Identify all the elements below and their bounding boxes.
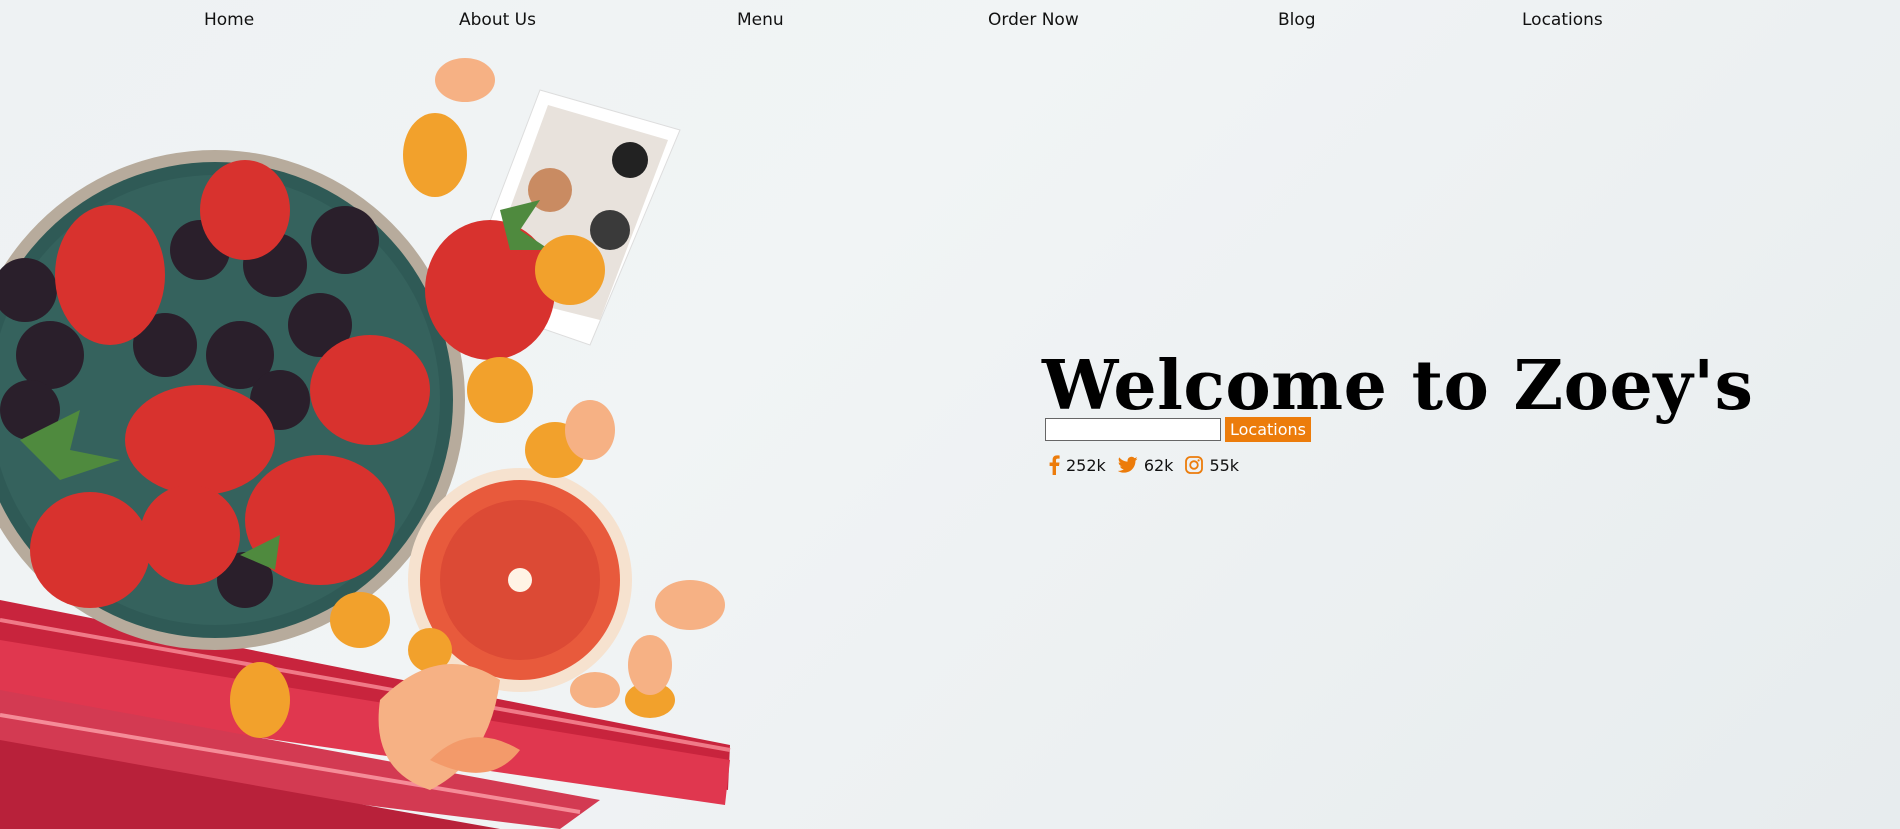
social-stats: 252k 62k 55k <box>1048 455 1251 475</box>
locations-button[interactable]: Locations <box>1225 417 1312 442</box>
twitter-icon <box>1117 456 1138 473</box>
location-search-form: Locations <box>1045 417 1312 442</box>
twitter-count: 62k <box>1143 455 1174 475</box>
facebook-count: 252k <box>1066 455 1106 475</box>
nav-blog[interactable]: Blog <box>1278 10 1316 30</box>
facebook-link[interactable]: 252k <box>1048 455 1106 475</box>
instagram-count: 55k <box>1209 455 1240 475</box>
location-search-input[interactable] <box>1045 418 1221 441</box>
page-title: Welcome to Zoey's <box>1042 345 1754 426</box>
nav-locations[interactable]: Locations <box>1522 10 1603 30</box>
fruit-bowl-image <box>0 58 731 829</box>
facebook-icon <box>1049 455 1060 475</box>
twitter-link[interactable]: 62k <box>1117 455 1174 475</box>
instagram-icon <box>1185 456 1204 474</box>
nav-order-now[interactable]: Order Now <box>988 10 1079 30</box>
instagram-link[interactable]: 55k <box>1185 456 1239 475</box>
